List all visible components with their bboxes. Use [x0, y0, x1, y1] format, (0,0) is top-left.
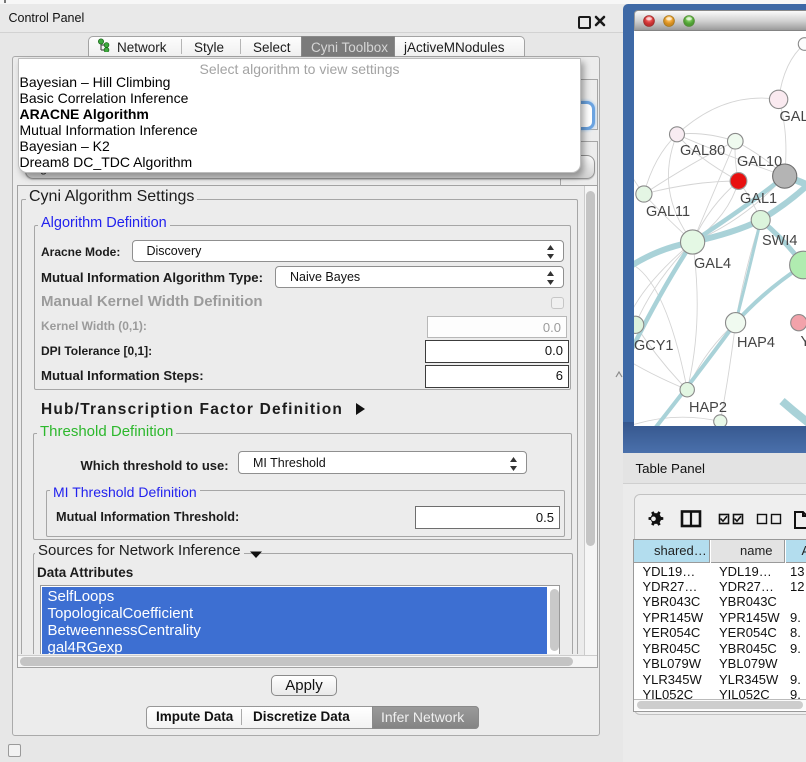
svg-text:GAL11: GAL11 — [646, 204, 690, 220]
svg-text:HAP4: HAP4 — [737, 335, 775, 351]
svg-text:GAL1: GAL1 — [740, 191, 777, 207]
svg-text:Y: Y — [800, 334, 806, 350]
svg-text:GAL80: GAL80 — [680, 143, 725, 159]
svg-text:GCY1: GCY1 — [634, 338, 674, 354]
svg-text:GAL4: GAL4 — [694, 256, 731, 272]
svg-text:SWI4: SWI4 — [762, 233, 797, 249]
svg-text:GAL: GAL — [779, 109, 806, 125]
svg-text:GAL10: GAL10 — [737, 154, 782, 170]
svg-text:HAP2: HAP2 — [689, 400, 727, 416]
